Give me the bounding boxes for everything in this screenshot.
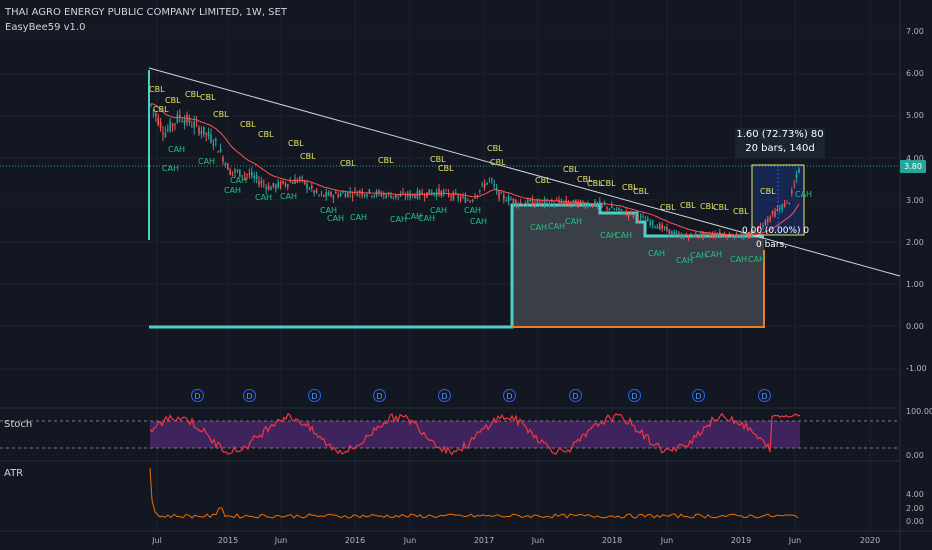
- time-tick: 2018: [601, 536, 623, 545]
- measure-change: 1.60 (72.73%) 80: [736, 129, 824, 140]
- buy-signal-label: CBL: [760, 187, 776, 196]
- current-price-badge: 3.80: [900, 160, 926, 173]
- dividend-marker[interactable]: D: [243, 389, 256, 402]
- sell-signal-label: CAH: [730, 255, 747, 264]
- buy-signal-label: CBL: [185, 90, 201, 99]
- time-tick: Jun: [788, 536, 802, 545]
- dividend-marker[interactable]: D: [569, 389, 582, 402]
- buy-signal-label: CBL: [633, 187, 649, 196]
- buy-signal-label: CBL: [165, 96, 181, 105]
- symbol-title[interactable]: THAI AGRO ENERGY PUBLIC COMPANY LIMITED,…: [5, 7, 287, 18]
- dividend-marker[interactable]: D: [438, 389, 451, 402]
- measure-duration: 20 bars, 140d: [745, 143, 815, 154]
- buy-signal-label: CBL: [288, 139, 304, 148]
- buy-signal-label: CBL: [378, 156, 394, 165]
- buy-signal-label: CBL: [149, 85, 165, 94]
- sell-signal-label: CAH: [224, 186, 241, 195]
- measure-info-box[interactable]: 1.60 (72.73%) 80 20 bars, 140d: [735, 128, 825, 158]
- atr-line: [149, 467, 799, 519]
- buy-signal-label: CBL: [680, 201, 696, 210]
- buy-signal-label: CBL: [487, 144, 503, 153]
- atr-tick: 4.00: [906, 490, 924, 499]
- buy-signal-label: CBL: [733, 207, 749, 216]
- buy-signal-label: CBL: [430, 155, 446, 164]
- buy-signal-label: CBL: [240, 120, 256, 129]
- chart-canvas[interactable]: CBLCBLCBLCBL CBLCBLCBLCBLCBLCBLCBL CBL CBLC…: [0, 0, 932, 550]
- stoch-label[interactable]: Stoch: [4, 419, 32, 430]
- dividend-marker[interactable]: D: [308, 389, 321, 402]
- time-tick: Jun: [531, 536, 545, 545]
- time-tick: Jul: [152, 536, 162, 545]
- stoch-tick: 100.00: [906, 407, 932, 416]
- price-tick: -1.00: [906, 364, 927, 373]
- price-tick: 2.00: [906, 238, 924, 247]
- sell-signal-label: CAH: [430, 206, 447, 215]
- dividend-marker[interactable]: D: [628, 389, 641, 402]
- dividend-marker[interactable]: D: [373, 389, 386, 402]
- sell-signal-label: CAH: [648, 249, 665, 258]
- sell-signal-label: CAH: [615, 231, 632, 240]
- atr-tick: 0.00: [906, 517, 924, 526]
- sell-signal-label: CAH: [162, 164, 179, 173]
- time-tick: Jun: [660, 536, 674, 545]
- sell-signal-label: CAH: [470, 217, 487, 226]
- buy-signal-label: CBL: [213, 110, 229, 119]
- buy-signal-label: CBL: [600, 179, 616, 188]
- dividend-marker[interactable]: D: [692, 389, 705, 402]
- sell-signal-label: CAH: [565, 217, 582, 226]
- stoch-band: [150, 421, 800, 448]
- price-tick: 0.00: [906, 322, 924, 331]
- price-tick: 5.00: [906, 111, 924, 120]
- atr-tick: 2.00: [906, 504, 924, 513]
- price-tick: 6.00: [906, 69, 924, 78]
- dividend-marker[interactable]: D: [191, 389, 204, 402]
- sell-signal-label: CAH: [548, 222, 565, 231]
- measure-zero-bars: 0 bars,: [756, 240, 788, 250]
- price-tick: 7.00: [906, 27, 924, 36]
- buy-signal-label: CBL: [713, 203, 729, 212]
- time-tick: 2020: [859, 536, 881, 545]
- dividend-marker[interactable]: D: [758, 389, 771, 402]
- buy-signal-label: CBL: [300, 152, 316, 161]
- sell-signal-label: CAH: [280, 192, 297, 201]
- sell-signal-label: CAH: [350, 213, 367, 222]
- time-tick: 2016: [344, 536, 366, 545]
- buy-signal-label: CBL: [438, 164, 454, 173]
- buy-signal-label: CBL: [660, 203, 676, 212]
- price-tick: 1.00: [906, 280, 924, 289]
- measure-zero-line: 0.00 (0.00%) 0: [742, 226, 810, 236]
- time-tick: Jun: [403, 536, 417, 545]
- sell-signal-label: CAH: [530, 223, 547, 232]
- price-tick: 3.00: [906, 196, 924, 205]
- sell-signal-label: CAH: [327, 214, 344, 223]
- buy-signal-label: CBL: [563, 165, 579, 174]
- time-tick: 2015: [217, 536, 239, 545]
- sell-signal-label: CAH: [705, 250, 722, 259]
- indicator-name[interactable]: EasyBee59 v1.0: [5, 22, 85, 33]
- sell-signal-label: CAH: [795, 190, 812, 199]
- buy-signal-label: CBL: [535, 176, 551, 185]
- atr-label[interactable]: ATR: [4, 468, 23, 479]
- sell-signal-label: CAH: [748, 255, 765, 264]
- dividend-marker[interactable]: D: [503, 389, 516, 402]
- sell-signal-label: CAH: [230, 176, 247, 185]
- stoch-tick: 0.00: [906, 451, 924, 460]
- time-tick: 2019: [730, 536, 752, 545]
- buy-signal-label: CBL: [340, 159, 356, 168]
- buy-signal-label: CBL: [258, 130, 274, 139]
- sell-signal-label: CAH: [418, 214, 435, 223]
- buy-signal-label: CBL: [200, 93, 216, 102]
- sell-signal-label: CAH: [464, 206, 481, 215]
- sell-signal-label: CAH: [255, 193, 272, 202]
- time-tick: Jun: [274, 536, 288, 545]
- sell-signal-label: CAH: [198, 157, 215, 166]
- sell-signal-label: CAH: [168, 145, 185, 154]
- buy-signal-label: CBL: [490, 158, 506, 167]
- time-tick: 2017: [473, 536, 495, 545]
- buy-signal-label: CBL: [153, 105, 169, 114]
